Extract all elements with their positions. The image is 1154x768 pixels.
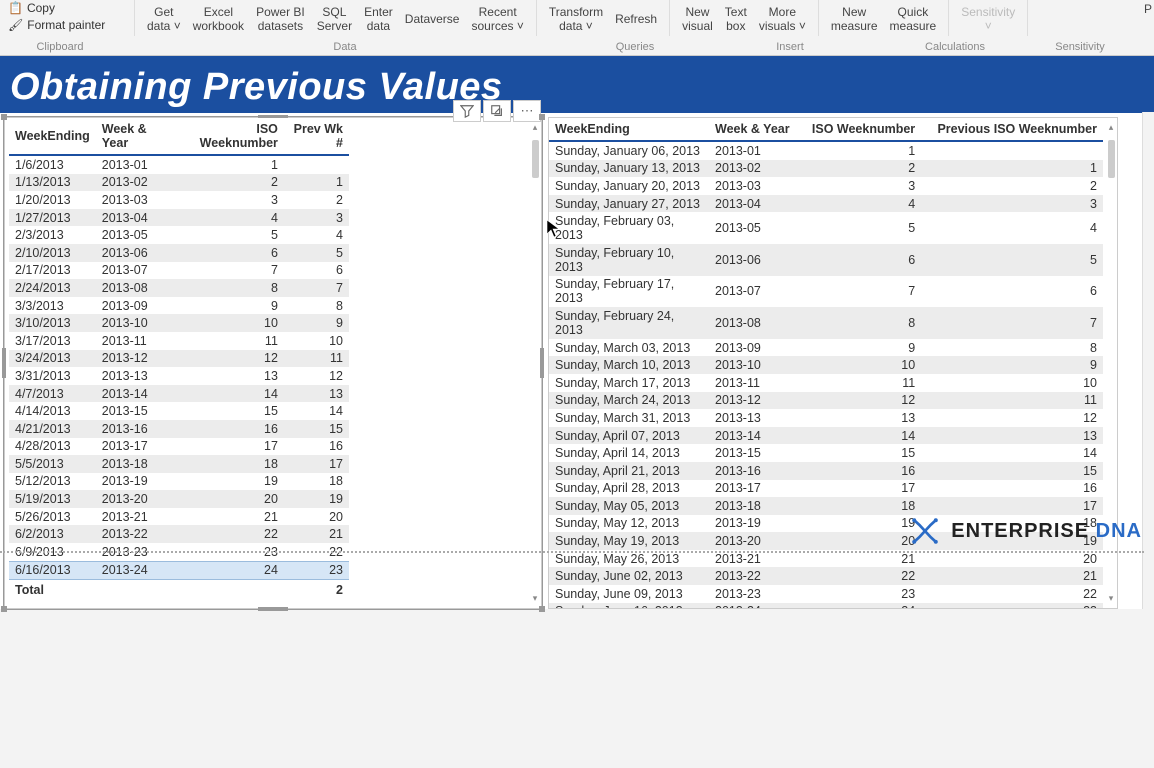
right-p: P: [1144, 2, 1152, 16]
table-row[interactable]: 2/3/20132013-0554: [9, 226, 349, 244]
scroll-up-icon[interactable]: ▴: [533, 122, 538, 133]
ribbon-button[interactable]: Dataverse: [399, 0, 466, 38]
total-cell: [96, 580, 174, 601]
table-row[interactable]: 1/20/20132013-0332: [9, 191, 349, 209]
table-row[interactable]: 5/26/20132013-212120: [9, 508, 349, 526]
col-header[interactable]: ISO Weeknumber: [174, 118, 284, 155]
table-row[interactable]: 6/16/20132013-242423: [9, 561, 349, 580]
page-boundary: [0, 551, 1144, 553]
table-row[interactable]: Sunday, April 07, 20132013-141413: [549, 427, 1103, 445]
table-row[interactable]: 3/17/20132013-111110: [9, 332, 349, 350]
group-insert: Insert: [700, 39, 880, 55]
table-row[interactable]: 1/13/20132013-0221: [9, 174, 349, 192]
ribbon-button[interactable]: Newvisual: [676, 0, 719, 38]
format-painter-button[interactable]: 🖌 Format painter: [8, 17, 105, 34]
scroll-thumb[interactable]: [532, 140, 539, 178]
dna-icon: [907, 513, 943, 549]
group-calculations: Calculations: [880, 39, 1030, 55]
ribbon-button[interactable]: Textbox: [719, 0, 753, 38]
table-row[interactable]: Sunday, April 14, 20132013-151514: [549, 444, 1103, 462]
scrollbar[interactable]: ▴ ▾: [530, 122, 540, 604]
col-header[interactable]: Week & Year: [709, 118, 799, 141]
table-row[interactable]: 5/12/20132013-191918: [9, 473, 349, 491]
table-row[interactable]: Sunday, January 27, 20132013-0443: [549, 195, 1103, 213]
col-header[interactable]: WeekEnding: [9, 118, 96, 155]
table-row[interactable]: 5/5/20132013-181817: [9, 455, 349, 473]
ribbon: 📋 Copy 🖌 Format painter Getdata ˅Excelwo…: [0, 0, 1154, 56]
total-cell: Total: [9, 580, 96, 601]
table-row[interactable]: Sunday, February 17, 20132013-0776: [549, 276, 1103, 308]
ribbon-button[interactable]: SQLServer: [311, 0, 358, 38]
ribbon-button[interactable]: Transformdata ˅: [543, 0, 609, 38]
ribbon-button[interactable]: Excelworkbook: [187, 0, 250, 38]
table-row[interactable]: Sunday, February 10, 20132013-0665: [549, 244, 1103, 276]
table-row[interactable]: Sunday, March 17, 20132013-111110: [549, 374, 1103, 392]
table-visual-1[interactable]: ⋯ WeekEndingWeek & YearISO WeeknumberPre…: [4, 117, 542, 609]
group-data: Data: [120, 39, 570, 55]
table-row[interactable]: Sunday, February 03, 20132013-0554: [549, 212, 1103, 244]
ribbon-button[interactable]: Enterdata: [358, 0, 399, 38]
table-row[interactable]: 2/24/20132013-0887: [9, 279, 349, 297]
scroll-down-icon[interactable]: ▾: [1109, 593, 1114, 604]
table-row[interactable]: 4/14/20132013-151514: [9, 402, 349, 420]
table-row[interactable]: Sunday, March 31, 20132013-131312: [549, 409, 1103, 427]
copy-button[interactable]: 📋 Copy: [8, 0, 55, 17]
table-row[interactable]: 2/10/20132013-0665: [9, 244, 349, 262]
ribbon-button[interactable]: Recentsources ˅: [465, 0, 529, 38]
table-row[interactable]: Sunday, March 03, 20132013-0998: [549, 339, 1103, 357]
table-row[interactable]: 3/31/20132013-131312: [9, 367, 349, 385]
table-row[interactable]: Sunday, June 09, 20132013-232322: [549, 585, 1103, 603]
ribbon-button[interactable]: Sensitivity˅: [955, 0, 1021, 38]
table-row[interactable]: 1/6/20132013-011: [9, 155, 349, 174]
table-row[interactable]: 4/21/20132013-161615: [9, 420, 349, 438]
table-1[interactable]: WeekEndingWeek & YearISO WeeknumberPrev …: [9, 118, 349, 600]
page-title: Obtaining Previous Values: [0, 56, 1154, 113]
table-row[interactable]: 6/2/20132013-222221: [9, 525, 349, 543]
table-row[interactable]: Sunday, June 16, 20132013-242423: [549, 603, 1103, 608]
ribbon-button[interactable]: Power BIdatasets: [250, 0, 311, 38]
group-sensitivity: Sensitivity: [1030, 39, 1130, 55]
table-row[interactable]: 5/19/20132013-202019: [9, 490, 349, 508]
ribbon-button[interactable]: Morevisuals ˅: [753, 0, 812, 38]
enterprise-dna-logo: ENTERPRISE DNA: [907, 513, 1142, 549]
cursor-icon: [546, 219, 562, 239]
ribbon-button[interactable]: Getdata ˅: [141, 0, 187, 38]
col-header[interactable]: Previous ISO Weeknumber: [921, 118, 1103, 141]
col-header[interactable]: ISO Weeknumber: [799, 118, 921, 141]
table-row[interactable]: 4/7/20132013-141413: [9, 385, 349, 403]
ribbon-button[interactable]: Quickmeasure: [884, 0, 943, 38]
clipboard-group: 📋 Copy 🖌 Format painter: [8, 0, 128, 34]
group-clipboard: Clipboard: [0, 39, 120, 55]
table-row[interactable]: 2/17/20132013-0776: [9, 262, 349, 280]
table-row[interactable]: Sunday, March 10, 20132013-10109: [549, 356, 1103, 374]
scroll-thumb[interactable]: [1108, 140, 1115, 178]
table-row[interactable]: Sunday, March 24, 20132013-121211: [549, 392, 1103, 410]
table-row[interactable]: 4/28/20132013-171716: [9, 438, 349, 456]
table-row[interactable]: Sunday, January 06, 20132013-011: [549, 141, 1103, 160]
col-header[interactable]: WeekEnding: [549, 118, 709, 141]
report-canvas: Obtaining Previous Values ⋯ WeekEndingWe…: [0, 56, 1154, 609]
col-header[interactable]: Prev Wk #: [284, 118, 349, 155]
table-row[interactable]: Sunday, February 24, 20132013-0887: [549, 307, 1103, 339]
total-cell: 2: [284, 580, 349, 601]
table-row[interactable]: Sunday, April 28, 20132013-171716: [549, 480, 1103, 498]
table-row[interactable]: Sunday, April 21, 20132013-161615: [549, 462, 1103, 480]
table-row[interactable]: Sunday, January 20, 20132013-0332: [549, 177, 1103, 195]
table-row[interactable]: 3/24/20132013-121211: [9, 350, 349, 368]
group-queries: Queries: [570, 39, 700, 55]
table-row[interactable]: 1/27/20132013-0443: [9, 209, 349, 227]
ribbon-button[interactable]: Newmeasure: [825, 0, 884, 38]
col-header[interactable]: Week & Year: [96, 118, 174, 155]
total-cell: [174, 580, 284, 601]
table-row[interactable]: 3/10/20132013-10109: [9, 314, 349, 332]
panes-collapsed[interactable]: [1142, 112, 1154, 609]
table-row[interactable]: 3/3/20132013-0998: [9, 297, 349, 315]
table-row[interactable]: Sunday, January 13, 20132013-0221: [549, 160, 1103, 178]
scroll-down-icon[interactable]: ▾: [533, 593, 538, 604]
scroll-up-icon[interactable]: ▴: [1109, 122, 1114, 133]
ribbon-button[interactable]: Refresh: [609, 0, 663, 38]
table-row[interactable]: Sunday, June 02, 20132013-222221: [549, 567, 1103, 585]
